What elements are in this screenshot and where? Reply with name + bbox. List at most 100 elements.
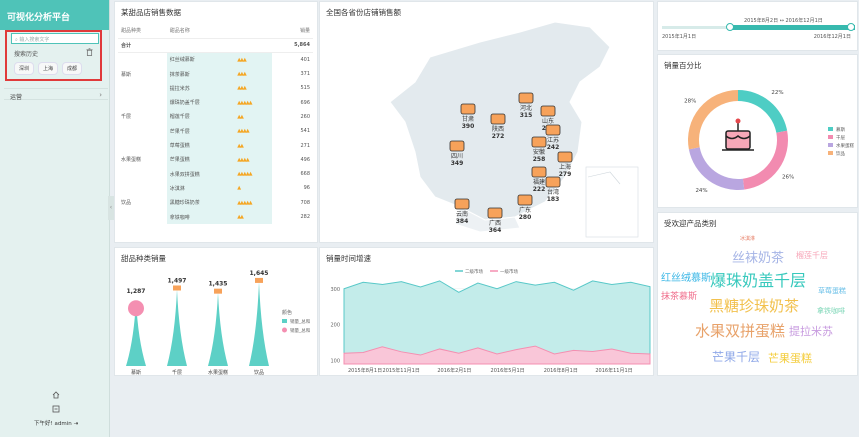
wordcloud-word[interactable]: 拿铁咖啡 bbox=[817, 306, 845, 316]
logout-icon[interactable]: ⇥ bbox=[73, 421, 78, 427]
settings-icon[interactable] bbox=[52, 405, 60, 413]
wordcloud-word[interactable]: 丝袜奶茶 bbox=[732, 247, 784, 266]
line-legend-item: 一级市场 bbox=[500, 268, 518, 275]
bar-category-label: 水果蛋糕 bbox=[208, 369, 228, 376]
wordcloud-word[interactable]: 芒果蛋糕 bbox=[768, 350, 812, 366]
table-row: 饮品 黑糖珍珠奶茶 ▲▲▲▲▲ 708 bbox=[118, 195, 313, 210]
donut-slice[interactable] bbox=[688, 147, 745, 190]
bar[interactable] bbox=[208, 292, 228, 366]
bar-value-label: 1,645 bbox=[250, 270, 269, 277]
province-name: 广西 bbox=[489, 219, 501, 227]
province-marker[interactable]: 江苏242 bbox=[545, 124, 561, 151]
bar-category-label: 慕斯 bbox=[131, 369, 141, 376]
range-handle-end[interactable] bbox=[847, 23, 855, 31]
total-label: 合计 bbox=[118, 38, 167, 54]
x-tick-label: 2016年11月1日 bbox=[595, 367, 632, 374]
table-header-row: 甜品种类 甜品名称 销量 bbox=[118, 24, 313, 39]
cell-name: 爆珠奶盖千层 bbox=[166, 95, 235, 110]
cell-value: 541 bbox=[300, 128, 310, 135]
donut-chart: 22% 26% 24% 28% 慕斯千层水果蛋糕饮品 bbox=[684, 90, 854, 194]
rating-icons: ▲▲▲▲ bbox=[234, 124, 273, 139]
south-sea-coast bbox=[587, 171, 621, 185]
cell-value: 401 bbox=[300, 56, 310, 63]
province-marker[interactable]: 广东280 bbox=[517, 194, 533, 221]
cell-category bbox=[118, 81, 167, 95]
wordcloud-title: 受欢迎产品类别 bbox=[664, 219, 717, 228]
province-marker[interactable]: 四川349 bbox=[449, 140, 465, 167]
province-name: 陕西 bbox=[492, 125, 504, 133]
rating-icons: ▲▲ bbox=[234, 109, 273, 125]
province-marker[interactable]: 上海279 bbox=[557, 151, 573, 178]
province-name: 四川 bbox=[451, 153, 463, 160]
province-marker[interactable]: 安徽258 bbox=[531, 136, 547, 163]
rating-icons: ▲▲▲▲▲ bbox=[234, 95, 273, 110]
x-tick-label: 2015年11月1日 bbox=[383, 367, 420, 374]
wordcloud-word[interactable]: 榴莲千层 bbox=[796, 250, 828, 261]
wordcloud-word[interactable]: 芒果千层 bbox=[712, 348, 760, 365]
search-highlight bbox=[5, 30, 102, 81]
cell-category bbox=[118, 53, 167, 67]
cake-icon bbox=[722, 118, 754, 151]
y-tick-label: 300 bbox=[330, 287, 340, 293]
menu-label: 运营 bbox=[10, 94, 23, 101]
rating-icons: ▲▲▲▲ bbox=[234, 152, 273, 167]
cell-value: 96 bbox=[303, 185, 310, 192]
range-end-label: 2016年12月1日 bbox=[813, 34, 851, 40]
province-marker[interactable]: 云南384 bbox=[454, 198, 470, 225]
province-value: 272 bbox=[492, 133, 505, 140]
table-title: 某甜品店销售数据 bbox=[121, 8, 181, 17]
bar[interactable] bbox=[167, 289, 187, 366]
province-marker[interactable]: 广西364 bbox=[487, 207, 503, 234]
cake-marker-icon bbox=[490, 113, 506, 125]
province-marker[interactable]: 河北315 bbox=[518, 92, 534, 119]
col-header: 甜品种类 bbox=[118, 24, 167, 39]
menu-item-operations[interactable]: 运营 › bbox=[4, 88, 108, 101]
wordcloud-word[interactable]: 爆珠奶盖千层 bbox=[710, 267, 806, 291]
cell-name: 抹茶慕斯 bbox=[166, 66, 235, 82]
wordcloud-word[interactable]: 黑糖珍珠奶茶 bbox=[709, 295, 799, 316]
user-name: 下午好! admin bbox=[34, 421, 72, 427]
bar-marker bbox=[173, 285, 181, 291]
rating-icons: ▲▲▲ bbox=[234, 66, 273, 82]
wordcloud-word[interactable]: 红丝绒慕斯 bbox=[661, 269, 711, 284]
province-name: 台湾 bbox=[547, 188, 559, 196]
range-handle-start[interactable] bbox=[725, 23, 734, 31]
province-value: 390 bbox=[462, 123, 475, 130]
home-icon[interactable] bbox=[52, 391, 60, 399]
province-marker[interactable]: 福建222 bbox=[531, 166, 547, 193]
bar-legend-item: 销量_总和 bbox=[290, 318, 311, 325]
province-value: 384 bbox=[456, 218, 469, 225]
province-name: 河北 bbox=[520, 104, 532, 112]
wordcloud-word[interactable]: 提拉米苏 bbox=[789, 323, 833, 339]
y-tick-label: 100 bbox=[330, 358, 340, 364]
range-sel-end: 2016年12月1日 bbox=[785, 18, 823, 24]
cake-marker-icon bbox=[460, 103, 476, 115]
province-marker[interactable]: 陕西272 bbox=[490, 113, 506, 140]
wordcloud-word[interactable]: 抹茶慕斯 bbox=[661, 289, 697, 302]
rating-icons: ▲▲▲▲▲ bbox=[234, 195, 273, 210]
wordcloud-word[interactable]: 水果双拼蛋糕 bbox=[695, 320, 785, 341]
wordcloud-word[interactable]: 冰淇淋 bbox=[740, 235, 755, 242]
bar[interactable] bbox=[249, 281, 269, 366]
bar-category-label: 千层 bbox=[172, 369, 182, 376]
cell-name: 提拉米苏 bbox=[166, 81, 235, 96]
cell-value: 260 bbox=[300, 113, 310, 120]
table-row: 芒果千层 ▲▲▲▲ 541 bbox=[118, 124, 313, 139]
south-sea-inset bbox=[585, 166, 639, 238]
province-marker[interactable]: 台湾183 bbox=[545, 176, 561, 203]
rating-icons: ▲▲▲ bbox=[234, 81, 273, 96]
wordcloud-word[interactable]: 草莓蛋糕 bbox=[818, 286, 846, 296]
cake-marker-icon bbox=[449, 140, 465, 152]
bar-value-label: 1,435 bbox=[209, 281, 228, 288]
cell-category bbox=[118, 167, 167, 181]
province-value: 364 bbox=[489, 227, 502, 234]
app-title: 可视化分析平台 bbox=[0, 0, 109, 30]
donut-slice[interactable] bbox=[738, 90, 788, 133]
province-marker[interactable]: 甘肃390 bbox=[460, 103, 476, 130]
table-row: 爆珠奶盖千层 ▲▲▲▲▲ 696 bbox=[118, 95, 313, 110]
cake-marker-icon bbox=[545, 124, 561, 136]
cell-name: 红丝绒慕斯 bbox=[166, 52, 235, 67]
range-fill bbox=[729, 25, 855, 30]
donut-legend-item: 千层 bbox=[836, 134, 845, 141]
bar-legend-item: 销量_总和 bbox=[290, 327, 311, 334]
